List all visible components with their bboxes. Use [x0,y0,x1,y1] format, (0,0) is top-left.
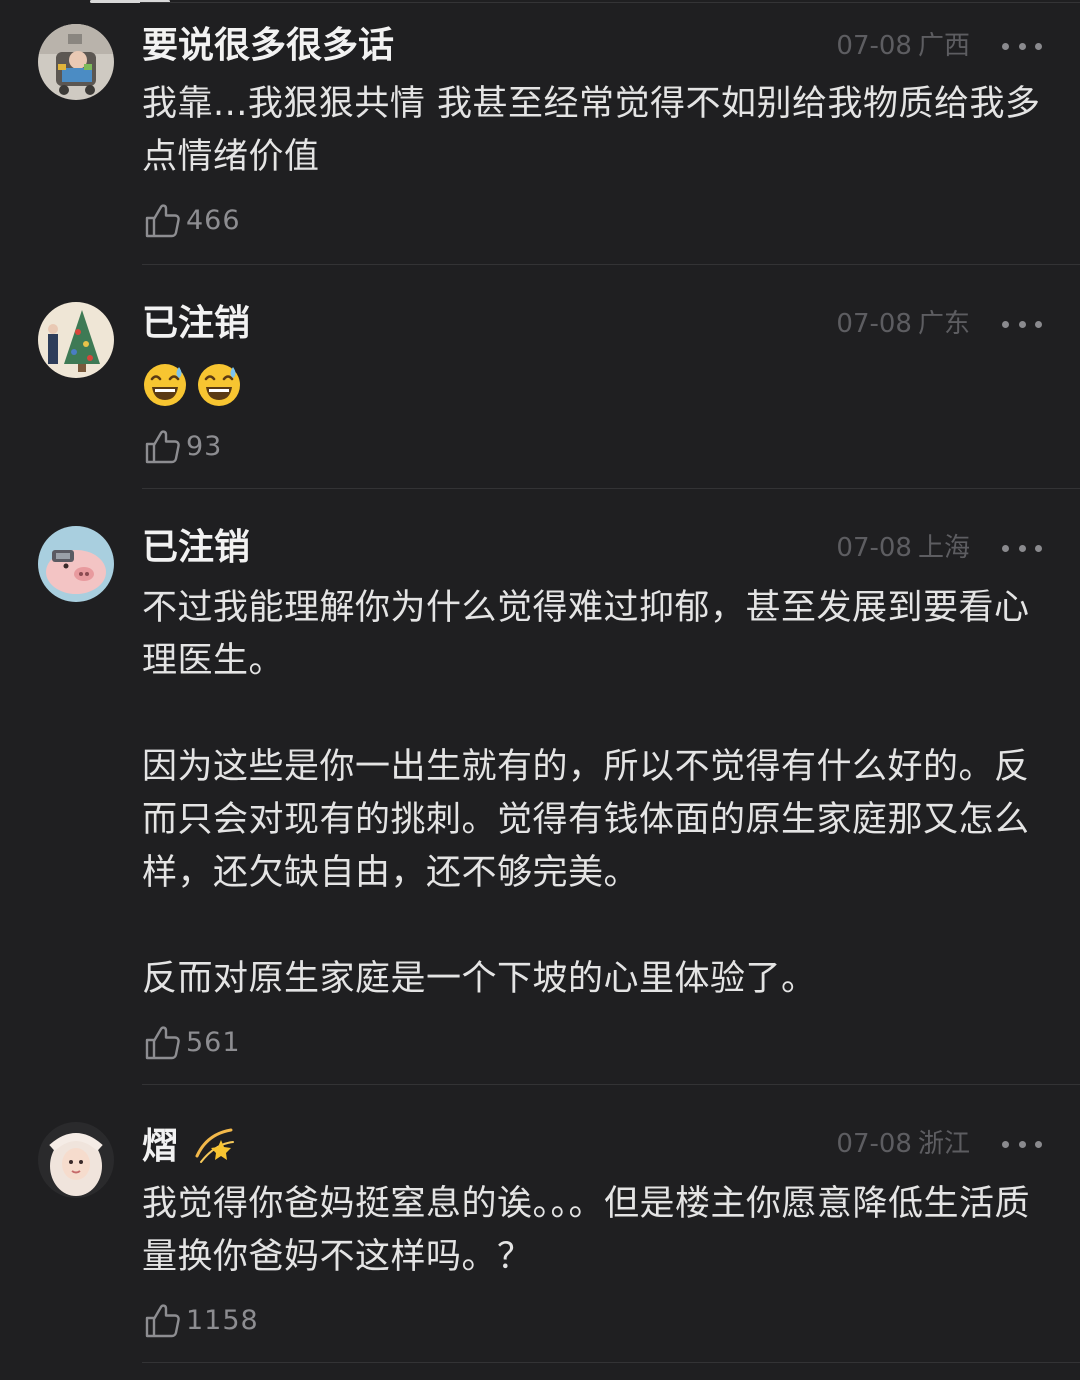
more-dot [1018,42,1026,50]
more-dot [1018,544,1026,552]
more-dot [1035,1140,1042,1148]
comment-date: 07-08 [836,309,912,339]
comment-paragraph: 我觉得你爸妈挺窒息的诶。。。但是楼主你愿意降低生活质量换你爸妈不这样吗。？ [142,1184,1031,1277]
like-button[interactable]: 1158 [142,1298,259,1342]
comment-meta: 07-08 上海 [836,530,970,566]
more-dot [1035,544,1042,552]
like-count: 466 [186,204,241,236]
sweat-smile-emoji [144,364,186,406]
thumbs-up-icon [145,1026,180,1060]
comment-username[interactable]: 已注销 [142,302,250,346]
comment-region: 广西 [917,31,970,61]
comment-meta: 07-08 浙江 [836,1126,970,1162]
dizzy-star-icon [195,1128,234,1163]
comment-text: 我觉得你爸妈挺窒息的诶。。。但是楼主你愿意降低生活质量换你爸妈不这样吗。？ [142,1178,1042,1284]
comment-date: 07-08 [836,31,912,61]
comment-divider [142,1362,1080,1363]
avatar-image-girl [38,1122,114,1198]
thumbs-up-icon [145,1304,180,1338]
emoji-row [142,362,242,408]
comment-paragraph: 反而对原生家庭是一个下坡的心里体验了。 [142,959,817,999]
more-dot [1035,42,1042,50]
like-button[interactable]: 466 [142,198,241,242]
more-dot [1018,1140,1026,1148]
more-dot [1002,1140,1009,1148]
avatar-image-christmas-tree [38,302,114,378]
thumbs-up-icon [145,204,180,238]
avatar-image-baby-stroller [38,24,114,100]
comment-region: 广东 [917,309,970,339]
comment-paragraph: 我靠...我狠狠共情 我甚至经常觉得不如别给我物质给我多点情绪价值 [142,84,1041,177]
comment-date: 07-08 [836,533,912,563]
comment-1: 要说很多很多话 07-08 广西 我靠...我狠狠共情 我甚至经常觉得不如别给我物… [0,0,1080,266]
more-dot [1002,42,1009,50]
comment-meta: 07-08 广西 [836,28,970,64]
like-button[interactable]: 93 [142,424,222,468]
comment-region: 浙江 [917,1129,970,1159]
more-options-icon[interactable] [1002,28,1042,64]
comment-username-text: 熠 [142,1126,179,1167]
more-options-icon[interactable] [1002,306,1042,342]
comment-text: 我靠...我狠狠共情 我甚至经常觉得不如别给我物质给我多点情绪价值 [142,78,1042,184]
avatar[interactable] [38,1122,114,1198]
comment-username[interactable]: 要说很多很多话 [142,24,394,68]
comment-2: 已注销 07-08 广东 93 [0,266,1080,490]
comment-3: 已注销 07-08 上海 不过我能理解你为什么觉得难过抑郁，甚至发展到要看心理医生… [0,490,1080,1086]
comment-divider [142,1084,1080,1085]
more-dot [1002,320,1009,328]
avatar[interactable] [38,526,114,602]
like-button[interactable]: 561 [142,1020,241,1064]
thumbs-up-icon [145,430,180,464]
comment-meta: 07-08 广东 [836,306,970,342]
avatar[interactable] [38,302,114,378]
avatar[interactable] [38,24,114,100]
comment-username[interactable]: 熠 [142,1122,239,1169]
comment-date: 07-08 [836,1129,912,1159]
sweat-smile-emoji [198,364,240,406]
like-count: 561 [186,1026,241,1058]
comment-username[interactable]: 已注销 [142,526,250,570]
more-options-icon[interactable] [1002,1126,1042,1162]
comment-divider [142,264,1080,265]
more-options-icon[interactable] [1002,530,1042,566]
comment-paragraph: 因为这些是你一出生就有的，所以不觉得有什么好的。反而只会对现有的挑刺。觉得有钱体… [142,747,1030,893]
avatar-image-pig [38,526,114,602]
more-dot [1018,320,1026,328]
like-count: 93 [186,430,223,462]
more-dot [1002,544,1009,552]
comment-4: 熠 07-08 浙江 我觉得你爸妈挺窒息的诶。。。但是楼主你愿意降低生活质量换你爸… [0,1086,1080,1380]
more-dot [1035,320,1042,328]
comment-divider [142,488,1080,489]
comment-text: 不过我能理解你为什么觉得难过抑郁，甚至发展到要看心理医生。 因为这些是你一出生就… [142,582,1042,1006]
comment-paragraph: 不过我能理解你为什么觉得难过抑郁，甚至发展到要看心理医生。 [142,588,1030,681]
like-count: 1158 [186,1304,259,1336]
comment-region: 上海 [917,533,970,563]
